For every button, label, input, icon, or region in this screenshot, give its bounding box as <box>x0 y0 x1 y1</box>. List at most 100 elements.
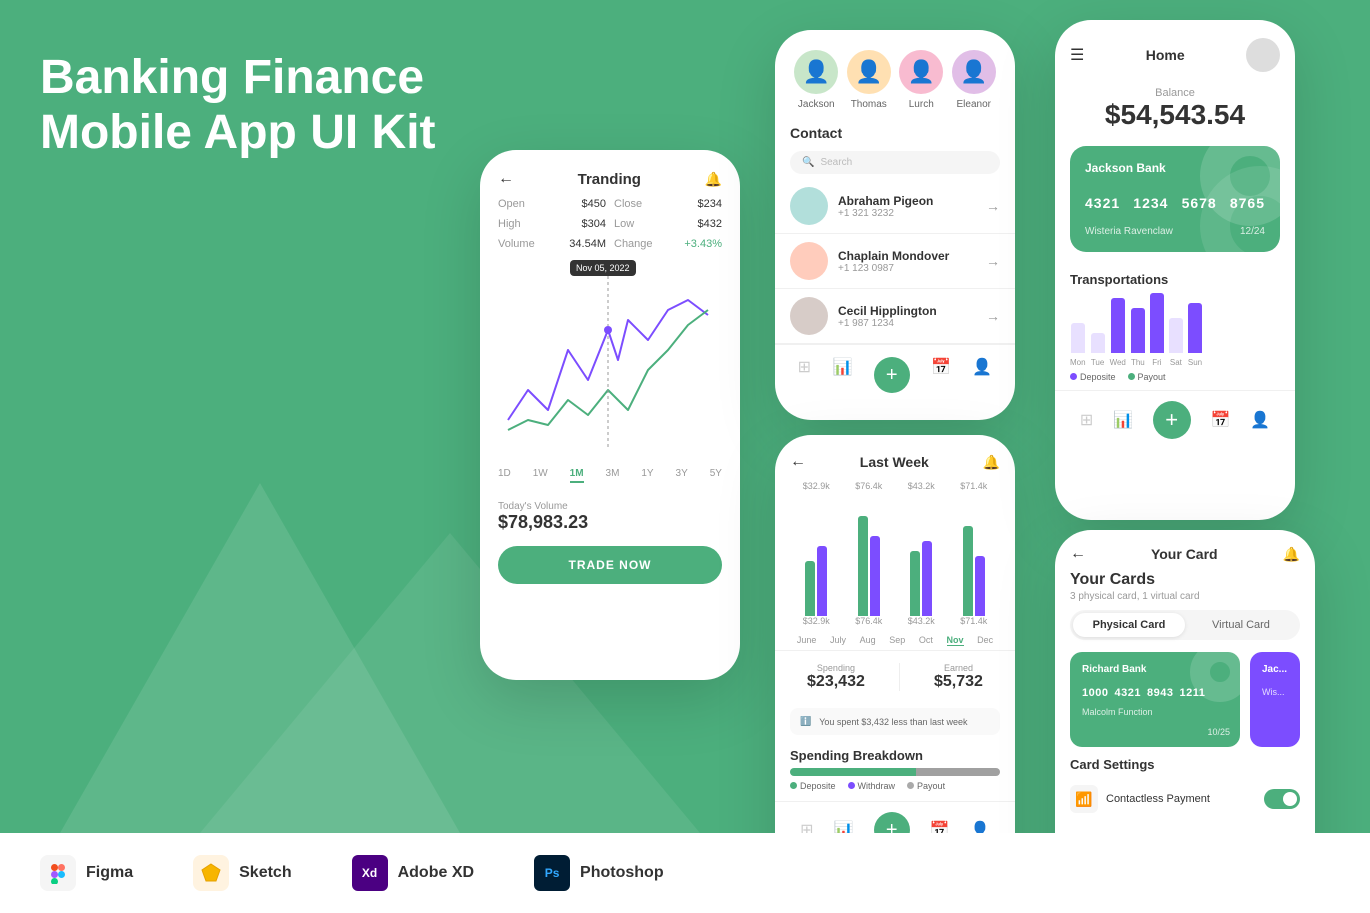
home-header: ☰ Home <box>1055 20 1295 77</box>
tab-virtual-card[interactable]: Virtual Card <box>1185 613 1297 637</box>
xd-label: Adobe XD <box>398 864 474 882</box>
bottom-nav: ⊞ 📊 + 📅 👤 <box>775 344 1015 405</box>
transportations-title: Transportations <box>1055 267 1295 292</box>
stat-close: Close $234 <box>614 198 722 210</box>
contact-row-1[interactable]: Abraham Pigeon +1 321 3232 → <box>775 179 1015 234</box>
avatar-lurch[interactable]: 👤 Lurch <box>899 50 943 110</box>
stat-volume: Volume 34.54M <box>498 238 606 250</box>
info-icon: ℹ️ <box>800 716 811 727</box>
calendar-icon[interactable]: 📅 <box>1211 410 1231 430</box>
figma-icon <box>40 855 76 891</box>
cards-subtitle: 3 physical card, 1 virtual card <box>1055 591 1315 610</box>
adobe-xd-tool[interactable]: Xd Adobe XD <box>352 855 474 891</box>
bell-icon[interactable]: 🔔 <box>1283 546 1300 563</box>
bell-icon[interactable]: 🔔 <box>983 454 1000 471</box>
balance-label: Balance <box>1055 87 1295 99</box>
last-week-title: Last Week <box>860 454 929 470</box>
user-avatar[interactable] <box>1246 38 1280 72</box>
sketch-tool[interactable]: Sketch <box>193 855 291 891</box>
stat-low: Low $432 <box>614 218 722 230</box>
grid-icon[interactable]: ⊞ <box>1080 410 1093 430</box>
avatar-jackson[interactable]: 👤 Jackson <box>794 50 838 110</box>
contact-section-title: Contact <box>775 120 1015 146</box>
card-expiry: 12/24 <box>1240 226 1265 237</box>
fab-button[interactable]: + <box>1153 401 1191 439</box>
bottom-nav-4: ⊞ 📊 + 📅 👤 <box>1055 390 1295 449</box>
ps-label: Photoshop <box>580 864 664 882</box>
avatar-eleanor[interactable]: 👤 Eleanor <box>952 50 996 110</box>
back-button[interactable]: ← <box>790 453 806 471</box>
chart-icon[interactable]: 📊 <box>832 357 852 393</box>
balance-value: $54,543.54 <box>1055 99 1295 131</box>
cards-scroll: Richard Bank 1000432189431211 Malcolm Fu… <box>1055 652 1315 747</box>
contactless-setting[interactable]: 📶 Contactless Payment <box>1055 777 1315 821</box>
sketch-label: Sketch <box>239 864 291 882</box>
search-bar[interactable]: 🔍 Search <box>790 151 1000 174</box>
hamburger-icon[interactable]: ☰ <box>1070 45 1084 65</box>
trading-chart: Nov 05, 2022 <box>480 260 740 460</box>
volume-section: Today's Volume $78,983.23 <box>480 491 740 538</box>
search-placeholder: Search <box>820 157 852 168</box>
your-card-title: Your Card <box>1151 546 1218 562</box>
chart-icon[interactable]: 📊 <box>1113 410 1133 430</box>
contact-arrow-icon: → <box>986 198 1000 214</box>
contactless-icon: 📶 <box>1070 785 1098 813</box>
recent-contacts: 👤 Jackson 👤 Thomas 👤 Lurch 👤 Eleanor <box>775 30 1015 120</box>
time-filters: 1D 1W 1M 3M 1Y 3Y 5Y <box>480 460 740 491</box>
back-button[interactable]: ← <box>498 170 514 188</box>
bell-icon[interactable]: 🔔 <box>705 171 722 188</box>
card-holder: Wisteria Ravenclaw <box>1085 226 1265 237</box>
trade-now-button[interactable]: TRADE NOW <box>498 546 722 584</box>
home-label: Home <box>1146 47 1185 63</box>
mini-card-green[interactable]: Richard Bank 1000432189431211 Malcolm Fu… <box>1070 652 1240 747</box>
bank-card[interactable]: Jackson Bank 4321123456788765 Wisteria R… <box>1070 146 1280 252</box>
sketch-icon <box>193 855 229 891</box>
avatar-thomas[interactable]: 👤 Thomas <box>847 50 891 110</box>
chart-date: Nov 05, 2022 <box>570 260 636 276</box>
volume-label: Today's Volume <box>498 501 722 512</box>
transport-chart: Mon Tue Wed Thu Fri Sat Sun <box>1055 292 1295 372</box>
mini-card-purple[interactable]: Jac... Wis... <box>1250 652 1300 747</box>
bar-top-values: $32.9k$76.4k$43.2k$71.4k <box>775 481 1015 491</box>
hero-section: Banking Finance Mobile App UI Kit <box>40 50 436 160</box>
phone-contacts: 👤 Jackson 👤 Thomas 👤 Lurch 👤 Eleanor Con… <box>775 30 1015 420</box>
bar-bottom-values: $32.9k$76.4k$43.2k$71.4k <box>775 616 1015 626</box>
card-tabs: Physical Card Virtual Card <box>1070 610 1300 640</box>
phone-trading: ← Tranding 🔔 Open $450 Close $234 High $… <box>480 150 740 680</box>
bar-chart <box>775 496 1015 616</box>
grid-icon[interactable]: ⊞ <box>798 357 811 393</box>
stat-open: Open $450 <box>498 198 606 210</box>
photoshop-tool[interactable]: Ps Photoshop <box>534 855 664 891</box>
fab-button[interactable]: + <box>874 357 910 393</box>
balance-section: Balance $54,543.54 <box>1055 77 1295 146</box>
back-button[interactable]: ← <box>1070 545 1086 563</box>
stat-change: Change +3.43% <box>614 238 722 250</box>
calendar-icon[interactable]: 📅 <box>931 357 951 393</box>
breakdown-bar <box>790 768 1000 776</box>
hero-title: Banking Finance Mobile App UI Kit <box>40 50 436 160</box>
your-cards-label: Your Cards <box>1070 571 1300 589</box>
xd-icon: Xd <box>352 855 388 891</box>
trading-title: Tranding <box>578 171 641 188</box>
contact-row-2[interactable]: Chaplain Mondover +1 123 0987 → <box>775 234 1015 289</box>
breakdown-title: Spending Breakdown <box>775 740 1015 768</box>
ps-icon: Ps <box>534 855 570 891</box>
card-settings-title: Card Settings <box>1055 747 1315 777</box>
month-labels: June July Aug Sep Oct Nov Dec <box>775 631 1015 650</box>
figma-tool[interactable]: Figma <box>40 855 133 891</box>
figma-label: Figma <box>86 864 133 882</box>
tab-physical-card[interactable]: Physical Card <box>1073 613 1185 637</box>
person-icon[interactable]: 👤 <box>972 357 992 393</box>
volume-value: $78,983.23 <box>498 512 722 533</box>
contact-arrow-icon: → <box>986 308 1000 324</box>
breakdown-legend: Deposite Withdraw Payout <box>775 776 1015 796</box>
spending-summary: Spending $23,432 Earned $5,732 <box>775 650 1015 703</box>
contact-arrow-icon: → <box>986 253 1000 269</box>
contactless-toggle[interactable] <box>1264 789 1300 809</box>
phone-home: ☰ Home Balance $54,543.54 Jackson Bank 4… <box>1055 20 1295 520</box>
person-icon[interactable]: 👤 <box>1250 410 1270 430</box>
bottom-toolbar: Figma Sketch Xd Adobe XD Ps Photoshop <box>0 833 1370 913</box>
contact-row-3[interactable]: Cecil Hipplington +1 987 1234 → <box>775 289 1015 344</box>
search-icon: 🔍 <box>802 157 814 168</box>
your-card-header: ← Your Card 🔔 <box>1055 530 1315 571</box>
